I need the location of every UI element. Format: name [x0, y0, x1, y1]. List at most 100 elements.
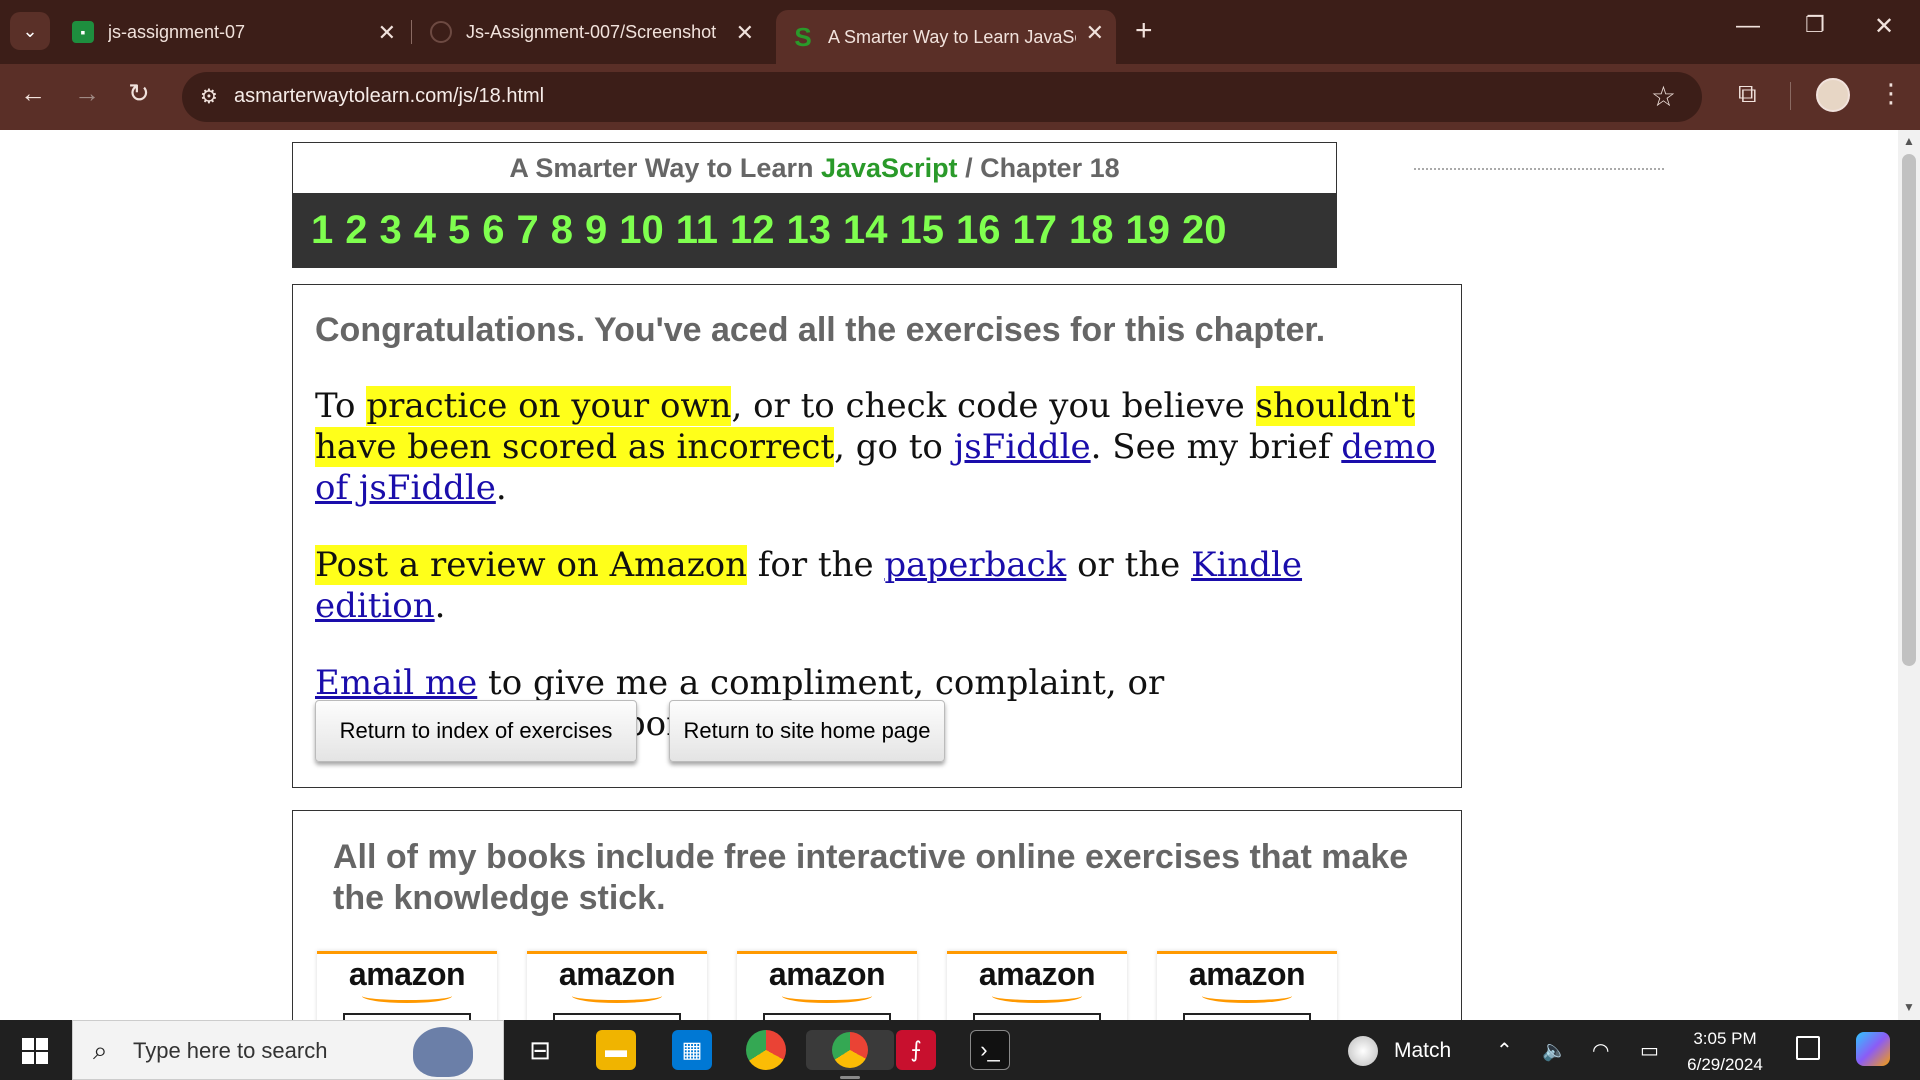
text: To	[315, 386, 367, 426]
profile-avatar[interactable]	[1816, 78, 1850, 112]
text: for the	[746, 545, 885, 585]
browser-toolbar: ← → ↻ ⚙ asmarterwaytolearn.com/js/18.htm…	[0, 64, 1920, 130]
return-index-button[interactable]: Return to index of exercises	[315, 700, 637, 762]
new-tab-button[interactable]: +	[1135, 14, 1153, 48]
search-highlight-bird-icon	[413, 1027, 473, 1077]
chapter-link[interactable]: 12	[730, 208, 775, 253]
windows-taskbar: ⌕ Type here to search ⊟ ▬ ▦ ⨍ ›_ Match ⌃…	[0, 1020, 1920, 1080]
chapter-link[interactable]: 4	[414, 208, 436, 253]
volume-icon[interactable]: 🔈	[1542, 1038, 1567, 1063]
close-icon[interactable]: ✕	[736, 20, 754, 46]
chapter-link[interactable]: 1	[311, 208, 333, 253]
practice-paragraph: To practice on your own, or to check cod…	[315, 386, 1439, 509]
chapter-link[interactable]: 5	[448, 208, 470, 253]
text: , or to check code you believe	[731, 386, 1256, 426]
copilot-icon[interactable]	[1856, 1032, 1890, 1066]
congrats-heading: Congratulations. You've aced all the exe…	[315, 311, 1326, 349]
task-view-icon[interactable]: ⊟	[520, 1030, 560, 1070]
tab-smarter-way-active[interactable]: S A Smarter Way to Learn JavaScr ✕	[776, 10, 1116, 64]
extensions-icon[interactable]: ⧉	[1738, 78, 1757, 110]
book-cover	[553, 1013, 681, 1020]
amazon-book-card[interactable]: amazon	[1157, 951, 1337, 1020]
jsfiddle-link[interactable]: jsFiddle	[954, 427, 1091, 467]
scroll-thumb[interactable]	[1902, 154, 1916, 666]
minimize-icon[interactable]: —	[1736, 12, 1760, 40]
chapter-link[interactable]: 2	[345, 208, 367, 253]
acrobat-icon[interactable]: ⨍	[896, 1030, 936, 1070]
scroll-down-icon[interactable]: ▼	[1903, 1000, 1915, 1014]
paperback-link[interactable]: paperback	[884, 545, 1066, 585]
book-cover	[1183, 1013, 1311, 1020]
chapter-link[interactable]: 18	[1069, 208, 1114, 253]
reload-icon[interactable]: ↻	[128, 78, 150, 109]
tab-label: Js-Assignment-007/Screenshot	[466, 21, 717, 42]
notification-icon[interactable]	[1796, 1036, 1820, 1060]
close-icon[interactable]: ✕	[1086, 20, 1104, 46]
return-home-button[interactable]: Return to site home page	[669, 700, 945, 762]
chapter-link[interactable]: 11	[676, 208, 718, 253]
weather-widget[interactable]: Match	[1348, 1036, 1451, 1066]
chapter-link[interactable]: 6	[482, 208, 504, 253]
taskbar-clock[interactable]: 3:05 PM 6/29/2024	[1680, 1026, 1770, 1078]
bookmark-star-icon[interactable]: ☆	[1651, 80, 1676, 113]
microsoft-store-icon[interactable]: ▦	[672, 1030, 712, 1070]
chapter-link[interactable]: 10	[619, 208, 664, 253]
soccer-ball-icon	[1348, 1036, 1378, 1066]
review-paragraph: Post a review on Amazon for the paperbac…	[315, 545, 1439, 627]
text: . See my brief	[1090, 427, 1342, 467]
highlight-text: Post a review on Amazon	[315, 545, 747, 585]
text: , go to	[834, 427, 954, 467]
tab-label: js-assignment-07	[108, 21, 246, 42]
amazon-book-card[interactable]: amazon	[527, 951, 707, 1020]
file-explorer-icon[interactable]: ▬	[596, 1030, 636, 1070]
menu-kebab-icon[interactable]: ⋮	[1878, 78, 1904, 109]
book-cover	[343, 1013, 471, 1020]
chapter-link[interactable]: 16	[956, 208, 1001, 253]
browser-tab-bar: ⌄ ▪ js-assignment-07 ✕ Js-Assignment-007…	[0, 0, 1920, 64]
chapter-link[interactable]: 19	[1126, 208, 1171, 253]
close-icon[interactable]: ✕	[378, 20, 396, 46]
battery-icon[interactable]: ▭	[1640, 1038, 1659, 1063]
clock-time: 3:05 PM	[1693, 1029, 1757, 1048]
address-bar[interactable]: ⚙ asmarterwaytolearn.com/js/18.html ☆	[182, 72, 1702, 122]
email-me-link[interactable]: Email me	[315, 663, 477, 703]
chapter-link[interactable]: 7	[517, 208, 539, 253]
amazon-book-card[interactable]: amazon	[947, 951, 1127, 1020]
taskbar-search[interactable]: ⌕ Type here to search	[72, 1020, 504, 1080]
chapter-link[interactable]: 8	[551, 208, 573, 253]
tab-label: A Smarter Way to Learn JavaScr	[828, 26, 1076, 47]
page-scrollbar[interactable]: ▲ ▼	[1898, 130, 1920, 1020]
search-icon: ⌕	[93, 1035, 108, 1065]
highlight-text: practice on your own	[366, 386, 732, 426]
restore-icon[interactable]: ❐	[1805, 12, 1825, 38]
windows-start-icon[interactable]	[22, 1038, 48, 1064]
title-suffix: / Chapter 18	[957, 153, 1120, 183]
show-hidden-icons[interactable]: ⌃	[1496, 1038, 1513, 1063]
chapter-link[interactable]: 15	[900, 208, 945, 253]
window-close-icon[interactable]: ✕	[1874, 12, 1894, 41]
chrome-icon[interactable]	[746, 1030, 786, 1070]
terminal-icon[interactable]: ›_	[970, 1030, 1010, 1070]
chapter-link[interactable]: 13	[787, 208, 832, 253]
chapter-link[interactable]: 9	[585, 208, 607, 253]
back-arrow-icon[interactable]: ←	[20, 78, 46, 109]
congrats-panel: Congratulations. You've aced all the exe…	[292, 284, 1462, 788]
chapter-link[interactable]: 3	[380, 208, 402, 253]
amazon-book-card[interactable]: amazon	[317, 951, 497, 1020]
chapter-link[interactable]: 20	[1182, 208, 1227, 253]
scroll-up-icon[interactable]: ▲	[1903, 134, 1915, 148]
forward-arrow-icon[interactable]: →	[74, 78, 100, 109]
site-settings-icon[interactable]: ⚙	[200, 84, 218, 109]
tab-search-button[interactable]: ⌄	[10, 12, 50, 50]
amazon-book-card[interactable]: amazon	[737, 951, 917, 1020]
weather-text: Match	[1394, 1039, 1452, 1062]
tab-github-screenshot[interactable]: Js-Assignment-007/Screenshot ✕	[414, 10, 766, 54]
chrome-profile-active-icon[interactable]	[806, 1030, 894, 1070]
text: .	[495, 468, 507, 508]
wifi-icon[interactable]: ◠	[1592, 1038, 1609, 1063]
chapter-link[interactable]: 14	[843, 208, 888, 253]
tab-js-assignment[interactable]: ▪ js-assignment-07 ✕	[56, 10, 408, 54]
book-cover	[973, 1013, 1101, 1020]
chapter-link[interactable]: 17	[1013, 208, 1058, 253]
github-icon	[430, 21, 452, 43]
